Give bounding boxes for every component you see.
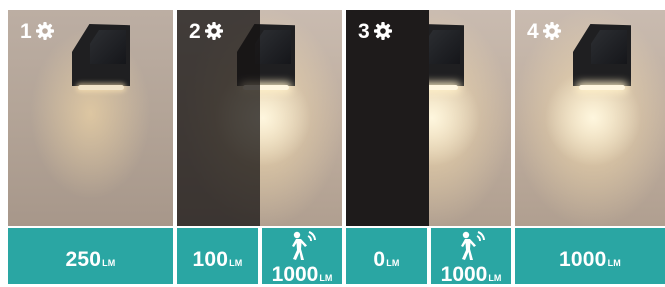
motion-sensor-icon	[292, 231, 316, 260]
mode-number: 3	[358, 20, 370, 43]
lumen-value: 1000	[440, 263, 488, 286]
lumen-label-mode-2-idle: 100LM	[177, 228, 258, 284]
lumen-value: 1000	[271, 263, 319, 286]
lumen-label-mode-4: 1000LM	[515, 228, 665, 284]
gear-icon	[205, 22, 223, 40]
lumen-unit: LM	[319, 273, 333, 283]
lumen-unit: LM	[488, 273, 502, 283]
lumen-label-mode-2-motion: 1000LM	[262, 228, 342, 286]
mode-4-panel: 4	[515, 10, 665, 226]
gear-icon	[374, 22, 392, 40]
gear-icon	[36, 22, 54, 40]
gear-icon	[543, 22, 561, 40]
mode-number: 4	[527, 20, 539, 43]
lumen-unit: LM	[229, 258, 243, 268]
mode-2-panel: 2	[177, 10, 342, 226]
mode-3-panel: 3	[346, 10, 511, 226]
lumen-value: 0	[373, 248, 386, 271]
lumen-label-mode-1: 250LM	[8, 228, 173, 284]
lumen-unit: LM	[102, 258, 116, 268]
lumen-value: 1000	[559, 248, 607, 271]
mode-1-panel: 1	[8, 10, 173, 226]
lumen-unit: LM	[386, 258, 400, 268]
mode-number: 1	[20, 20, 32, 43]
lumen-label-mode-3-motion: 1000LM	[431, 228, 511, 286]
motion-sensor-icon	[461, 231, 485, 260]
lumen-unit: LM	[607, 258, 621, 268]
lumen-value: 100	[192, 248, 229, 271]
mode-number: 2	[189, 20, 201, 43]
lumen-label-mode-3-idle: 0LM	[346, 228, 427, 284]
lumen-value: 250	[65, 248, 102, 271]
solar-lamp	[573, 24, 631, 90]
solar-lamp	[72, 24, 130, 90]
